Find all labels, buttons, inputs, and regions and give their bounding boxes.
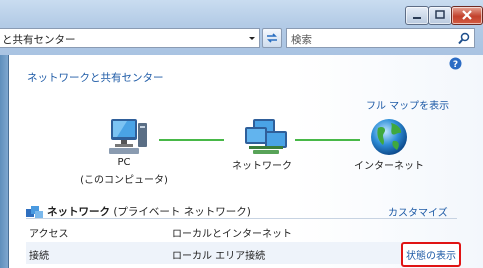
- connection-line: [159, 139, 224, 141]
- network-section-title: ネットワーク (プライベート ネットワーク): [47, 204, 251, 219]
- close-button[interactable]: [451, 6, 483, 25]
- network-type: (プライベート ネットワーク): [110, 206, 251, 218]
- globe-icon: [371, 119, 407, 155]
- network-icon: [245, 119, 287, 154]
- minimize-icon: [413, 17, 421, 19]
- maximize-button[interactable]: [428, 6, 452, 25]
- refresh-icon: [267, 33, 277, 43]
- address-bar[interactable]: と共有センター: [0, 28, 260, 48]
- search-icon[interactable]: [458, 32, 470, 45]
- row-label: 接続: [29, 251, 49, 262]
- row-value: ローカル エリア接続: [172, 251, 266, 262]
- pc-sublabel: (このコンピュータ): [80, 175, 168, 186]
- help-icon[interactable]: ?: [449, 57, 462, 70]
- refresh-button[interactable]: [262, 28, 282, 48]
- close-icon: [462, 10, 472, 20]
- maximize-icon: [435, 10, 445, 19]
- section-divider: [26, 218, 457, 219]
- main-content: ? ネットワークと共有センター フル マップを表示 PC (このコンピュータ) …: [9, 55, 483, 268]
- row-value: ローカルとインターネット: [172, 229, 292, 240]
- minimize-button[interactable]: [405, 6, 429, 25]
- page-title: ネットワークと共有センター: [27, 72, 164, 84]
- computer-icon: [109, 119, 147, 154]
- view-status-link[interactable]: 状態の表示: [401, 242, 461, 267]
- pc-label: PC: [117, 157, 131, 168]
- network-row-access: アクセス ローカルとインターネット: [26, 220, 456, 242]
- network-label: ネットワーク: [232, 161, 292, 172]
- chevron-down-icon[interactable]: [246, 31, 258, 45]
- search-input[interactable]: 検索: [286, 28, 475, 48]
- connection-line: [295, 139, 360, 141]
- network-name: ネットワーク: [47, 206, 110, 218]
- svg-text:?: ?: [453, 60, 458, 70]
- internet-label: インターネット: [354, 161, 424, 172]
- row-label: アクセス: [29, 229, 69, 240]
- navigation-pane: [0, 55, 8, 268]
- full-map-link[interactable]: フル マップを表示: [366, 97, 449, 112]
- customize-link[interactable]: カスタマイズ: [388, 204, 448, 219]
- network-row-connection: 接続 ローカル エリア接続 状態の表示: [26, 242, 461, 267]
- search-placeholder: 検索: [291, 34, 312, 46]
- address-text: と共有センター: [2, 34, 76, 46]
